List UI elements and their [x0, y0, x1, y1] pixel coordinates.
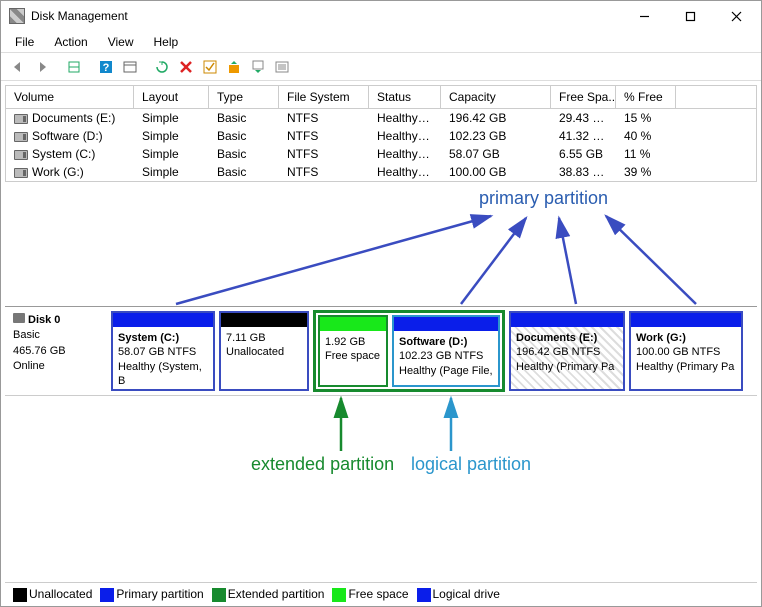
separator — [143, 56, 149, 78]
disk-state: Online — [13, 359, 101, 374]
volume-icon — [14, 132, 28, 142]
label-extended-partition: extended partition — [251, 454, 394, 475]
partition-bar — [631, 313, 741, 327]
label-logical-partition: logical partition — [411, 454, 531, 475]
annotation-primary: primary partition — [1, 186, 761, 306]
legend-item: Primary partition — [100, 587, 203, 602]
partition-bar — [221, 313, 307, 327]
col-volume[interactable]: Volume — [6, 86, 134, 108]
menu-action[interactable]: Action — [46, 33, 95, 51]
legend-item: Logical drive — [417, 587, 500, 602]
legend: Unallocated Primary partition Extended p… — [5, 582, 757, 606]
partition-free-space[interactable]: 1.92 GBFree space — [318, 315, 388, 387]
partition-bar — [320, 317, 386, 331]
partition-work[interactable]: Work (G:)100.00 GB NTFSHealthy (Primary … — [629, 311, 743, 391]
menu-file[interactable]: File — [7, 33, 42, 51]
volume-icon — [14, 150, 28, 160]
menu-bar: File Action View Help — [1, 31, 761, 53]
partition-bar — [511, 313, 623, 327]
disk-type: Basic — [13, 328, 101, 343]
legend-item: Free space — [332, 587, 408, 602]
col-status[interactable]: Status — [369, 86, 441, 108]
disk-map: Disk 0 Basic 465.76 GB Online System (C:… — [5, 306, 757, 396]
separator — [55, 56, 61, 78]
window-controls — [621, 1, 759, 31]
col-layout[interactable]: Layout — [134, 86, 209, 108]
separator — [87, 56, 93, 78]
partition-system[interactable]: System (C:)58.07 GB NTFSHealthy (System,… — [111, 311, 215, 391]
arrows-top — [1, 186, 761, 306]
col-capacity[interactable]: Capacity — [441, 86, 551, 108]
help-icon[interactable]: ? — [95, 56, 117, 78]
disk-info[interactable]: Disk 0 Basic 465.76 GB Online — [5, 307, 109, 395]
volume-icon — [14, 168, 28, 178]
toolbar: ? — [1, 53, 761, 81]
forward-button[interactable] — [31, 56, 53, 78]
menu-help[interactable]: Help — [146, 33, 187, 51]
table-body: Documents (E:)SimpleBasicNTFSHealthy (P.… — [6, 109, 756, 181]
table-row[interactable]: Work (G:)SimpleBasicNTFSHealthy (P...100… — [6, 163, 756, 181]
disk-size: 465.76 GB — [13, 344, 101, 359]
toggle-panes-icon[interactable] — [63, 56, 85, 78]
disk-name: Disk 0 — [28, 314, 60, 326]
partition-bar — [394, 317, 498, 331]
swatch-icon — [100, 588, 114, 602]
partition-documents[interactable]: Documents (E:)196.42 GB NTFSHealthy (Pri… — [509, 311, 625, 391]
properties-icon[interactable] — [271, 56, 293, 78]
window-title: Disk Management — [31, 9, 621, 23]
column-header-row: Volume Layout Type File System Status Ca… — [6, 86, 756, 109]
legend-item: Extended partition — [212, 587, 325, 602]
extended-partition[interactable]: 1.92 GBFree space Software (D:)102.23 GB… — [313, 310, 505, 392]
back-button[interactable] — [7, 56, 29, 78]
swatch-icon — [212, 588, 226, 602]
col-free-space[interactable]: Free Spa... — [551, 86, 616, 108]
volume-list: Volume Layout Type File System Status Ca… — [5, 85, 757, 182]
partition-software[interactable]: Software (D:)102.23 GB NTFSHealthy (Page… — [392, 315, 500, 387]
col-pct-free[interactable]: % Free — [616, 86, 676, 108]
partition-bar — [113, 313, 213, 327]
swatch-icon — [417, 588, 431, 602]
menu-view[interactable]: View — [100, 33, 142, 51]
table-row[interactable]: Documents (E:)SimpleBasicNTFSHealthy (P.… — [6, 109, 756, 127]
table-row[interactable]: System (C:)SimpleBasicNTFSHealthy (S...5… — [6, 145, 756, 163]
swatch-icon — [332, 588, 346, 602]
partition-unallocated[interactable]: 7.11 GBUnallocated — [219, 311, 309, 391]
svg-text:?: ? — [103, 62, 110, 74]
volume-icon — [14, 114, 28, 124]
col-type[interactable]: Type — [209, 86, 279, 108]
app-icon — [9, 8, 25, 24]
content-area: Volume Layout Type File System Status Ca… — [1, 81, 761, 606]
annotation-bottom: extended partition logical partition — [1, 396, 761, 476]
settings-icon[interactable] — [119, 56, 141, 78]
close-button[interactable] — [713, 1, 759, 31]
maximize-button[interactable] — [667, 1, 713, 31]
disk-icon — [13, 313, 25, 323]
legend-item: Unallocated — [13, 587, 92, 602]
swatch-icon — [13, 588, 27, 602]
delete-icon[interactable] — [175, 56, 197, 78]
refresh-icon[interactable] — [151, 56, 173, 78]
title-bar: Disk Management — [1, 1, 761, 31]
col-file-system[interactable]: File System — [279, 86, 369, 108]
check-icon[interactable] — [199, 56, 221, 78]
minimize-button[interactable] — [621, 1, 667, 31]
export-down-icon[interactable] — [247, 56, 269, 78]
table-row[interactable]: Software (D:)SimpleBasicNTFSHealthy (P..… — [6, 127, 756, 145]
export-up-icon[interactable] — [223, 56, 245, 78]
partition-strip: System (C:)58.07 GB NTFSHealthy (System,… — [109, 307, 757, 395]
